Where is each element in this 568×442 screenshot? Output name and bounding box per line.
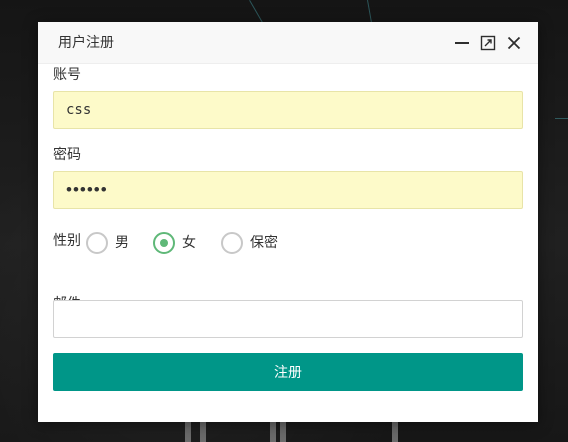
radio-circle [86, 232, 108, 254]
minimize-icon [455, 42, 469, 44]
account-label: 账号 [53, 67, 81, 83]
maximize-icon [480, 35, 496, 51]
gender-label: 性别 [53, 233, 81, 249]
radio-label: 女 [182, 235, 196, 251]
radio-label: 男 [115, 235, 129, 251]
radio-checked-dot [160, 239, 168, 247]
background-shape [185, 422, 191, 442]
radio-circle [221, 232, 243, 254]
email-input[interactable] [53, 300, 523, 338]
background-line [555, 118, 568, 119]
radio-label: 保密 [250, 235, 278, 251]
password-input[interactable] [53, 171, 523, 209]
dialog-title: 用户注册 [58, 35, 114, 51]
close-button[interactable] [505, 34, 523, 52]
background-shape [280, 422, 286, 442]
password-label: 密码 [53, 147, 81, 163]
background-shape [270, 422, 276, 442]
radio-circle [153, 232, 175, 254]
background-shape [392, 422, 398, 442]
dialog-titlebar[interactable]: 用户注册 [38, 22, 538, 64]
dialog-content: 账号 密码 性别 男 女 保密 邮件 注册 [38, 65, 538, 422]
background-shape [200, 422, 206, 442]
close-icon [507, 36, 521, 50]
register-dialog: 用户注册 账号 密码 性别 男 女 [38, 22, 538, 422]
register-button[interactable]: 注册 [53, 353, 523, 391]
minimize-button[interactable] [453, 34, 471, 52]
maximize-button[interactable] [479, 34, 497, 52]
account-input[interactable] [53, 91, 523, 129]
